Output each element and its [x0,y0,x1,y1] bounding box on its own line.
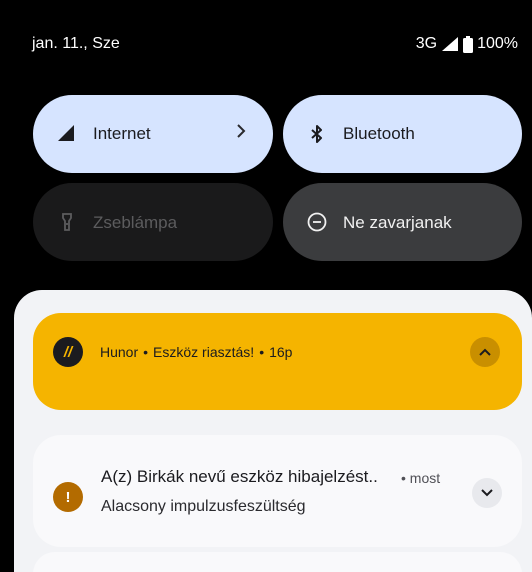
tile-bluetooth[interactable]: Bluetooth [283,95,522,173]
tile-flashlight-label: Zseblámpa [93,213,178,232]
notification-device-alert[interactable]: ! A(z) Birkák nevű eszköz hibajelzést.. … [33,435,522,547]
status-bar: jan. 11., Sze 3G 100% [0,0,532,90]
tile-bluetooth-label: Bluetooth [343,124,415,143]
notification-text: Alacsony impulzusfeszültség [101,498,306,515]
notification-partial[interactable] [33,552,522,572]
notification-app-name: Hunor [100,344,139,360]
expand-button[interactable] [472,478,502,508]
warning-icon: ! [53,482,83,512]
status-indicators: 3G 100% [416,35,518,53]
battery-level: 100% [477,35,518,52]
flashlight-icon [57,212,77,232]
chevron-down-icon [481,489,493,497]
separator-dot: • [143,344,149,360]
notification-title: A(z) Birkák nevű eszköz hibajelzést.. [101,467,378,486]
notification-header: Hunor • Eszköz riasztás! • 16p [100,344,292,360]
chevron-up-icon [479,348,491,356]
tile-do-not-disturb[interactable]: Ne zavarjanak [283,183,522,261]
notification-time: • most [401,470,441,486]
alarm-app-icon: // [53,337,83,367]
notification-time: 16p [269,344,293,360]
signal-icon [57,124,77,144]
separator-dot: • [259,344,265,360]
battery-icon [463,35,474,53]
network-type: 3G [415,35,438,52]
notification-alarm[interactable]: // Hunor • Eszköz riasztás! • 16p [33,313,522,410]
notification-time-value: most [409,470,441,486]
notification-title: Eszköz riasztás! [153,344,255,360]
collapse-button[interactable] [470,337,500,367]
signal-icon [441,36,459,52]
tile-internet-label: Internet [93,124,151,143]
tile-flashlight[interactable]: Zseblámpa [33,183,273,261]
bluetooth-icon [307,124,327,144]
chevron-right-icon[interactable] [235,122,247,146]
tile-dnd-label: Ne zavarjanak [343,213,452,232]
status-date: jan. 11., Sze [32,35,120,52]
do-not-disturb-icon [307,212,327,232]
tile-internet[interactable]: Internet [33,95,273,173]
